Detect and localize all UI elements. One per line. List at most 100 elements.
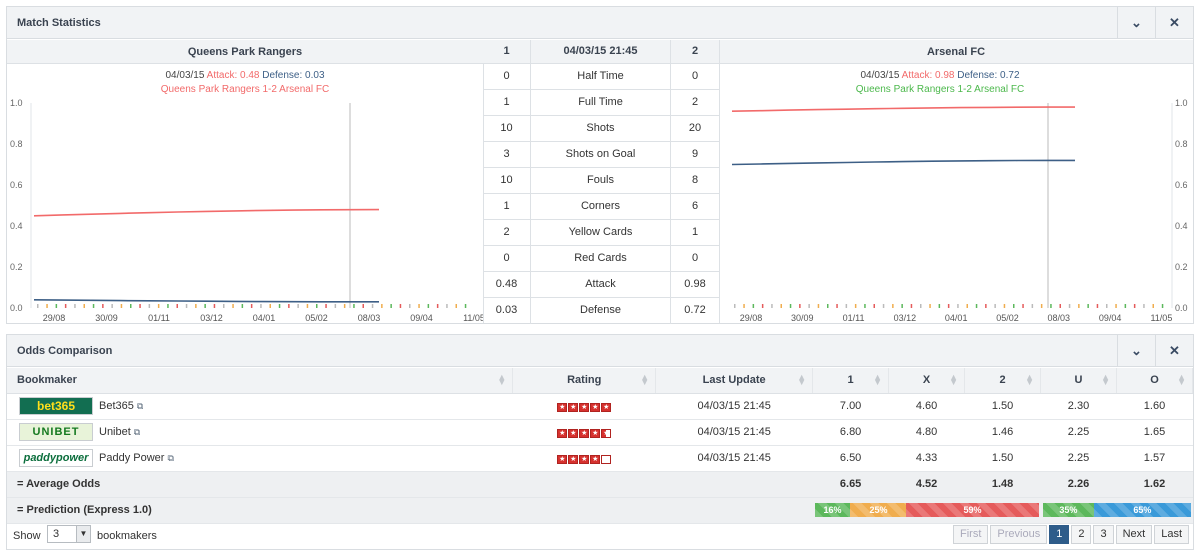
odds-o2[interactable]: 1.46 [964, 419, 1041, 446]
match-marker [232, 304, 234, 308]
column-header-last-update[interactable]: Last Update ▲ ▼ [655, 368, 814, 394]
odds-table: Bookmaker ▲ ▼ Rating ▲ ▼ Last Update ▲ ▼ 1 ▲ ▼ X ▲ ▼ 2 ▲… [7, 368, 1193, 524]
bookmaker-logo[interactable]: paddypower [19, 449, 93, 467]
home-score: 1 [483, 40, 531, 63]
y-tick-label: 0.4 [1175, 221, 1188, 231]
show-label: Show [13, 530, 41, 542]
column-header-x[interactable]: X ▲ ▼ [888, 368, 966, 394]
star-icon: ★ [579, 455, 590, 464]
odds-o1[interactable]: 6.50 [812, 445, 889, 472]
match-marker [780, 304, 782, 308]
match-marker [994, 304, 996, 308]
series-line-attack [731, 106, 1075, 112]
external-link-icon[interactable]: ⧉ [167, 453, 173, 463]
y-tick-label: 0.4 [10, 221, 23, 231]
match-marker [1115, 304, 1117, 308]
odds-o[interactable]: 1.57 [1116, 445, 1193, 472]
column-header-label: Bookmaker [17, 374, 77, 387]
pager-page[interactable]: 3 [1093, 525, 1114, 544]
pager-page[interactable]: 2 [1071, 525, 1092, 544]
pager-previous[interactable]: Previous [990, 525, 1048, 544]
odds-o1[interactable]: 7.00 [812, 393, 889, 420]
bookmaker-name[interactable]: Unibet [99, 426, 131, 438]
match-marker [371, 304, 374, 308]
collapse-button[interactable]: ⌄ [1117, 335, 1155, 367]
match-marker [892, 304, 894, 308]
odds-o[interactable]: 1.65 [1116, 419, 1193, 446]
bookmaker-logo[interactable]: UNIBET [19, 423, 93, 441]
collapse-button[interactable]: ⌄ [1117, 7, 1155, 39]
pager-next[interactable]: Next [1115, 525, 1153, 544]
caption-date: 04/03/15 [860, 70, 900, 81]
match-marker [64, 304, 67, 308]
match-marker [1096, 304, 1099, 308]
odds-o2[interactable]: 1.50 [964, 393, 1041, 420]
match-marker [864, 304, 866, 308]
match-marker [938, 304, 941, 308]
column-header-rating[interactable]: Rating ▲ ▼ [512, 368, 657, 394]
chevron-down-icon: ▼ [76, 526, 90, 542]
odds-o2[interactable]: 1.50 [964, 445, 1041, 472]
bookmaker-name[interactable]: Paddy Power [99, 452, 164, 464]
column-header-bookmaker[interactable]: Bookmaker ▲ ▼ [7, 368, 514, 394]
match-marker [1087, 304, 1089, 308]
column-header-2[interactable]: 2 ▲ ▼ [964, 368, 1042, 394]
stat-row: 2 Yellow Cards 1 [483, 220, 719, 246]
match-marker [873, 304, 875, 308]
star-icon: ★ [590, 403, 601, 412]
external-link-icon[interactable]: ⧉ [134, 427, 140, 437]
match-marker [1152, 304, 1154, 308]
pager-first[interactable]: First [953, 525, 989, 544]
odds-o[interactable]: 1.60 [1116, 393, 1193, 420]
odds-updated: 04/03/15 21:45 [655, 393, 813, 420]
odds-ox[interactable]: 4.33 [888, 445, 965, 472]
caption-date: 04/03/15 [165, 70, 205, 81]
stat-label: Corners [531, 194, 671, 219]
odds-u[interactable]: 2.25 [1040, 419, 1117, 446]
column-header-u[interactable]: U ▲ ▼ [1040, 368, 1117, 394]
close-button[interactable]: ✕ [1155, 7, 1193, 39]
pager-last[interactable]: Last [1154, 525, 1189, 544]
external-link-icon[interactable]: ⧉ [137, 401, 143, 411]
chevron-down-icon: ⌄ [1131, 343, 1142, 358]
column-header-1[interactable]: 1 ▲ ▼ [812, 368, 890, 394]
sort-icon: ▲ ▼ [873, 372, 883, 387]
odds-ox[interactable]: 4.80 [888, 419, 965, 446]
stat-away-value: 2 [691, 96, 699, 108]
y-tick-label: 0.6 [1175, 180, 1188, 190]
rating-cell: ★ ★ ★ ★ ★ [512, 419, 656, 446]
match-marker [260, 304, 262, 308]
column-header-label: O [1150, 374, 1159, 387]
odds-ox[interactable]: 4.60 [888, 393, 965, 420]
match-marker [278, 304, 281, 308]
close-button[interactable]: ✕ [1155, 335, 1193, 367]
x-tick-label: 04/01 [945, 313, 968, 323]
match-marker [1078, 304, 1080, 308]
away-chart-caption: 04/03/15 Attack: 0.98 Defense: 0.72 [720, 70, 1160, 81]
bookmakers-count-select[interactable]: 3 ▼ [47, 525, 91, 543]
odds-u[interactable]: 2.25 [1040, 445, 1117, 472]
star-icon: ★ [579, 429, 590, 438]
stat-row: 3 Shots on Goal 9 [483, 142, 719, 168]
prediction-segment: 35% [1042, 503, 1095, 517]
star-icon: ★ [590, 429, 601, 438]
column-header-o[interactable]: O ▲ ▼ [1116, 368, 1193, 394]
x-tick-label: 03/12 [200, 313, 223, 323]
star-icon: ★ [568, 403, 579, 412]
x-tick-label: 04/01 [253, 313, 276, 323]
pager-page[interactable]: 1 [1049, 525, 1070, 544]
bookmaker-logo[interactable]: bet365 [19, 397, 93, 415]
odds-u[interactable]: 2.30 [1040, 393, 1117, 420]
stat-home-value: 0.03 [483, 298, 531, 324]
column-header-label: 2 [999, 374, 1006, 387]
match-marker [1003, 304, 1006, 308]
match-marker [882, 304, 885, 308]
bookmaker-name[interactable]: Bet365 [99, 400, 134, 412]
match-marker [176, 304, 178, 308]
stat-row: 0 Half Time 0 [483, 64, 719, 90]
match-marker [957, 304, 959, 308]
caption-defense: Defense: 0.03 [262, 70, 325, 81]
odds-o1[interactable]: 6.80 [812, 419, 889, 446]
sort-icon: ▲ ▼ [1177, 372, 1186, 387]
bookmaker-cell: bet365 Bet365 ⧉ [7, 393, 513, 420]
